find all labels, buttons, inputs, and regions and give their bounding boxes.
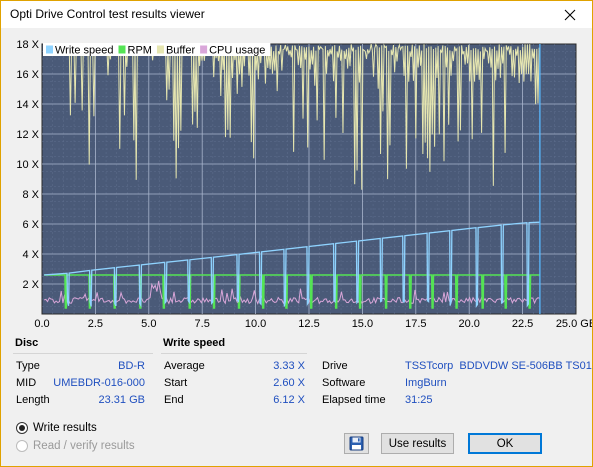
disc-mid-value: UMEBDR-016-000 (53, 377, 145, 389)
drive-value: TSSTcorp BDDVDW SE-506BB TS01 (405, 360, 592, 372)
drive-label: Drive (322, 360, 348, 372)
write-results-radio[interactable]: Write results (16, 422, 97, 434)
x-tick-label: 10.0 (245, 318, 266, 330)
close-button[interactable] (548, 1, 592, 28)
read-verify-radio[interactable]: Read / verify results (16, 440, 135, 452)
x-tick-label: 25.0 GB (556, 318, 592, 330)
write-speed-divider (161, 353, 307, 354)
legend-swatch (46, 45, 53, 54)
floppy-disk-icon (349, 436, 364, 451)
y-tick-label: 4 X (22, 249, 39, 261)
use-results-button[interactable]: Use results (381, 433, 454, 454)
radio-selected-icon (16, 422, 28, 434)
x-tick-label: 12.5 (298, 318, 319, 330)
software-label: Software (322, 377, 366, 389)
x-tick-label: 5.0 (141, 318, 156, 330)
radio-unselected-icon (16, 440, 28, 452)
disc-type-label: Type (16, 360, 40, 372)
legend-swatch (200, 45, 208, 54)
disc-length-value: 23.31 GB (98, 394, 145, 406)
elapsed-time-label: Elapsed time (322, 394, 386, 406)
disc-header: Disc (15, 337, 39, 349)
average-value: 3.33 X (273, 360, 305, 372)
y-tick-label: 16 X (16, 69, 39, 81)
x-tick-label: 20.0 (458, 318, 479, 330)
y-tick-label: 2 X (22, 279, 39, 291)
legend-swatch (118, 45, 126, 54)
read-verify-label: Read / verify results (33, 440, 135, 452)
write-results-label: Write results (33, 422, 97, 434)
x-tick-label: 22.5 (512, 318, 533, 330)
y-tick-label: 10 X (16, 159, 39, 171)
save-button[interactable] (344, 433, 369, 454)
y-tick-label: 12 X (16, 129, 39, 141)
start-value: 2.60 X (273, 377, 305, 389)
x-tick-label: 2.5 (88, 318, 103, 330)
average-label: Average (164, 360, 205, 372)
close-icon (564, 9, 576, 20)
x-tick-label: 7.5 (195, 318, 210, 330)
legend-label: RPM (128, 45, 152, 57)
write-speed-chart: 2 X 4 X 6 X 8 X 10 X 12 X 14 X 16 X 18 X 0.0 2.5 5.… (16, 39, 593, 330)
legend-swatch (156, 45, 164, 54)
write-speed-header: Write speed (163, 337, 226, 349)
software-value: ImgBurn (405, 377, 447, 389)
legend-label: CPU usage (209, 45, 265, 57)
start-label: Start (164, 377, 188, 389)
disc-divider (13, 353, 153, 354)
y-tick-label: 8 X (22, 189, 39, 201)
title-bar: Opti Drive Control test results viewer (1, 1, 592, 28)
end-label: End (164, 394, 184, 406)
end-value: 6.12 X (273, 394, 305, 406)
legend-label: Buffer (166, 45, 195, 57)
x-tick-label: 15.0 (352, 318, 373, 330)
results-viewer-window: Opti Drive Control test results viewer 2… (0, 0, 593, 467)
disc-length-label: Length (16, 394, 50, 406)
y-tick-label: 6 X (22, 219, 39, 231)
chart-area: 2 X 4 X 6 X 8 X 10 X 12 X 14 X 16 X 18 X 0.0 2.5 5.… (1, 28, 593, 331)
y-tick-label: 14 X (16, 99, 39, 111)
y-tick-label: 18 X (16, 39, 39, 51)
x-tick-label: 17.5 (405, 318, 426, 330)
x-tick-label: 0.0 (34, 318, 49, 330)
disc-type-value: BD-R (118, 360, 145, 372)
disc-mid-label: MID (16, 377, 37, 389)
elapsed-time-value: 31:25 (405, 394, 433, 406)
ok-button[interactable]: OK (468, 433, 542, 454)
window-title: Opti Drive Control test results viewer (10, 7, 205, 21)
legend-label: Write speed (55, 45, 114, 57)
